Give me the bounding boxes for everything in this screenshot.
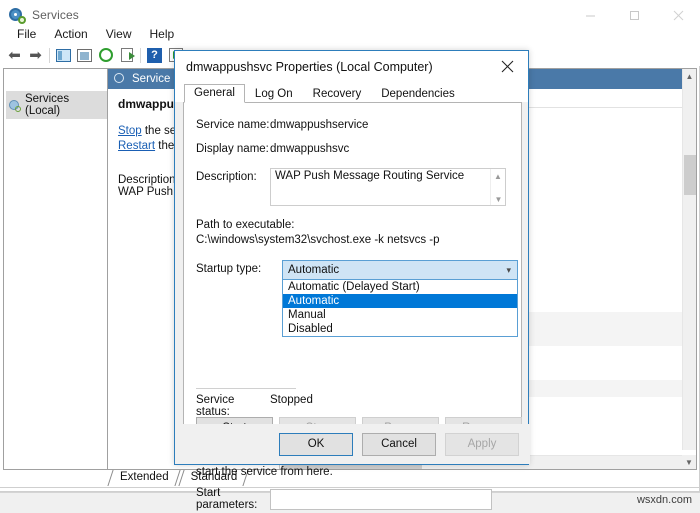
- cancel-button[interactable]: Cancel: [362, 432, 436, 456]
- forward-arrow-icon[interactable]: ➡: [25, 45, 46, 65]
- scroll-up-icon[interactable]: ▲: [683, 69, 696, 83]
- tab-general[interactable]: General: [184, 84, 245, 103]
- list-vertical-scrollbar[interactable]: ▲: [682, 69, 696, 450]
- console-tree-header: [4, 69, 107, 89]
- toolbar-separator-2: [140, 47, 141, 63]
- start-parameters-input[interactable]: [270, 488, 492, 510]
- back-arrow-icon[interactable]: ⬅: [4, 45, 25, 65]
- display-name-row: Display name: dmwappushsvc: [184, 143, 521, 155]
- path-to-executable-value: C:\windows\system32\svchost.exe -k netsv…: [196, 234, 440, 246]
- service-name-row: Service name: dmwappushservice: [184, 119, 521, 131]
- apply-button: Apply: [445, 432, 519, 456]
- menu-bar: File Action View Help: [0, 24, 700, 44]
- restart-service-link[interactable]: Restart: [118, 140, 155, 152]
- display-name-value: dmwappushsvc: [270, 143, 350, 155]
- properties-icon[interactable]: [74, 45, 95, 65]
- start-parameters-label: Start parameters:: [196, 487, 258, 511]
- tab-recovery[interactable]: Recovery: [303, 85, 372, 103]
- menu-item-help[interactable]: Help: [141, 26, 184, 42]
- scroll-down-icon[interactable]: ▼: [491, 192, 505, 205]
- dialog-body: Service name: dmwappushservice Display n…: [183, 102, 522, 511]
- scrollbar-thumb[interactable]: [684, 155, 696, 195]
- scroll-up-icon[interactable]: ▲: [491, 169, 505, 184]
- description-value: WAP Push Message Routing Service: [275, 170, 465, 182]
- sidebar-item-label: Services (Local): [24, 93, 70, 117]
- startup-type-label: Startup type:: [196, 263, 262, 275]
- services-node-icon: [114, 73, 126, 85]
- dropdown-option[interactable]: Automatic: [283, 294, 517, 308]
- description-label: Description:: [196, 171, 257, 183]
- export-list-icon[interactable]: [116, 45, 137, 65]
- close-icon[interactable]: [486, 51, 528, 82]
- dialog-title-bar: dmwappushsvc Properties (Local Computer): [175, 51, 528, 82]
- startup-type-row: Startup type: Automatic ▾ Automatic (Del…: [184, 260, 521, 337]
- refresh-icon[interactable]: [95, 45, 116, 65]
- dropdown-option[interactable]: Disabled: [283, 322, 517, 336]
- help-icon[interactable]: ?: [144, 45, 165, 65]
- startup-type-dropdown-list[interactable]: Automatic (Delayed Start) Automatic Manual…: [282, 280, 518, 337]
- service-status-row: Service status: Stopped: [184, 394, 313, 418]
- services-node-icon: [9, 99, 21, 112]
- watermark: wsxdn.com: [636, 494, 692, 506]
- show-hide-console-tree-icon[interactable]: [53, 45, 74, 65]
- menu-item-view[interactable]: View: [97, 26, 141, 42]
- chevron-down-icon: ▾: [506, 265, 511, 275]
- service-name-label: Service name:: [196, 119, 270, 131]
- start-parameters-row: Start parameters:: [184, 487, 492, 511]
- path-to-executable-label: Path to executable:: [196, 219, 295, 231]
- screen: Services File Action View Help ⬅ ➡ ? Ser…: [0, 0, 700, 513]
- description-scrollbar[interactable]: ▲ ▼: [490, 169, 505, 205]
- ok-button[interactable]: OK: [279, 432, 353, 456]
- menu-item-file[interactable]: File: [8, 26, 45, 42]
- window-title: Services: [32, 8, 79, 22]
- dropdown-option[interactable]: Automatic (Delayed Start): [283, 280, 517, 294]
- dialog-footer: OK Cancel Apply: [175, 424, 530, 464]
- service-name-value: dmwappushservice: [270, 119, 369, 131]
- console-tree-pane: Services (Local): [3, 68, 108, 470]
- description-textarea[interactable]: WAP Push Message Routing Service ▲ ▼: [270, 168, 506, 206]
- divider: [196, 388, 296, 389]
- sidebar-item-services-local[interactable]: Services (Local): [6, 91, 107, 119]
- startup-type-value: Automatic: [288, 264, 340, 276]
- menu-item-action[interactable]: Action: [45, 26, 96, 42]
- service-status-value: Stopped: [270, 394, 313, 406]
- scroll-down-icon[interactable]: ▼: [682, 455, 696, 469]
- services-gear-icon: [9, 7, 26, 24]
- stop-service-link[interactable]: Stop: [118, 125, 142, 137]
- result-pane-header-label: Service: [132, 73, 171, 85]
- tab-dependencies[interactable]: Dependencies: [371, 85, 465, 103]
- dialog-title: dmwappushsvc Properties (Local Computer): [186, 59, 433, 74]
- dropdown-option[interactable]: Manual: [283, 308, 517, 322]
- service-properties-dialog: dmwappushsvc Properties (Local Computer)…: [174, 50, 530, 511]
- tab-log-on[interactable]: Log On: [245, 85, 303, 103]
- dialog-tabs: General Log On Recovery Dependencies: [175, 82, 528, 103]
- tab-extended[interactable]: Extended: [108, 470, 179, 486]
- description-row: Description: WAP Push Message Routing Se…: [184, 168, 521, 206]
- display-name-label: Display name:: [196, 143, 269, 155]
- startup-type-combobox[interactable]: Automatic ▾: [282, 260, 518, 280]
- service-status-label: Service status:: [196, 394, 235, 418]
- toolbar-separator-1: [49, 47, 50, 63]
